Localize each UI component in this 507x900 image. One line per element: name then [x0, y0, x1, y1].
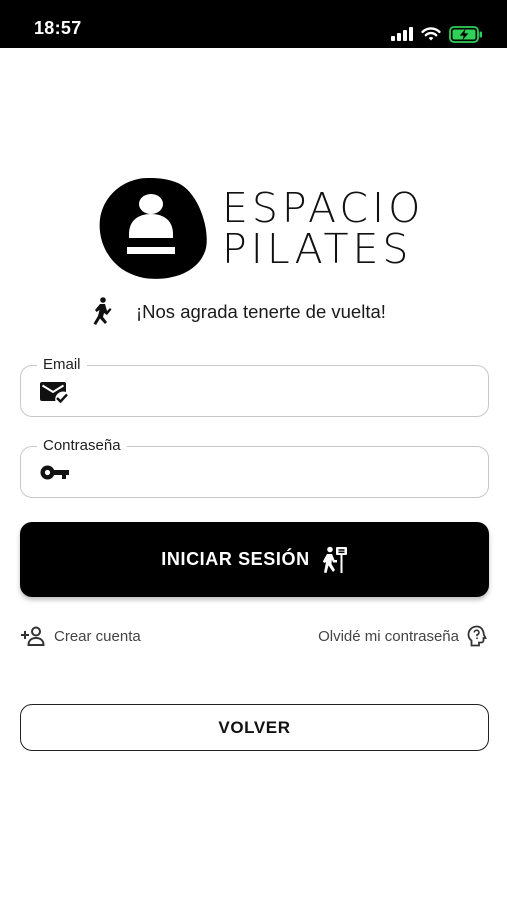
email-label: Email [37, 355, 87, 375]
signal-icon [391, 27, 413, 41]
create-account-label: Crear cuenta [54, 627, 141, 645]
status-icons [391, 24, 483, 44]
wifi-icon [421, 26, 441, 40]
back-button-label: VOLVER [218, 717, 291, 737]
brand-wordmark: ESPACIO PILATES [222, 188, 424, 270]
status-bar: 18:57 [0, 0, 507, 48]
psychology-question-icon [467, 625, 487, 647]
key-icon [40, 465, 69, 480]
brand-line-2: PILATES [222, 225, 413, 273]
create-account-link[interactable]: Crear cuenta [20, 624, 141, 648]
welcome-message: ¡Nos agrada tenerte de vuelta! [92, 296, 386, 328]
pilates-figure-logo-icon [99, 177, 207, 279]
person-add-icon [21, 626, 45, 646]
brand-logo: ESPACIO PILATES [98, 176, 420, 282]
back-button[interactable]: VOLVER [20, 704, 489, 751]
forgot-password-label: Olvidé mi contraseña [318, 627, 459, 645]
battery-charging-icon [449, 25, 482, 43]
status-time: 18:57 [34, 18, 82, 38]
hiking-sign-icon [322, 546, 347, 573]
password-label: Contraseña [37, 436, 127, 456]
forgot-password-link[interactable]: Olvidé mi contraseña [318, 624, 487, 648]
login-button-label: INICIAR SESIÓN [161, 549, 310, 569]
password-input[interactable] [87, 457, 477, 487]
brand-line-1: ESPACIO [222, 184, 425, 232]
password-field[interactable]: Contraseña [20, 436, 489, 498]
login-button[interactable]: INICIAR SESIÓN [20, 522, 489, 597]
welcome-text: ¡Nos agrada tenerte de vuelta! [136, 301, 386, 322]
email-field[interactable]: Email [20, 355, 489, 417]
email-input[interactable] [87, 376, 477, 406]
figure-dance-icon [93, 297, 112, 325]
mail-check-icon [40, 382, 68, 404]
